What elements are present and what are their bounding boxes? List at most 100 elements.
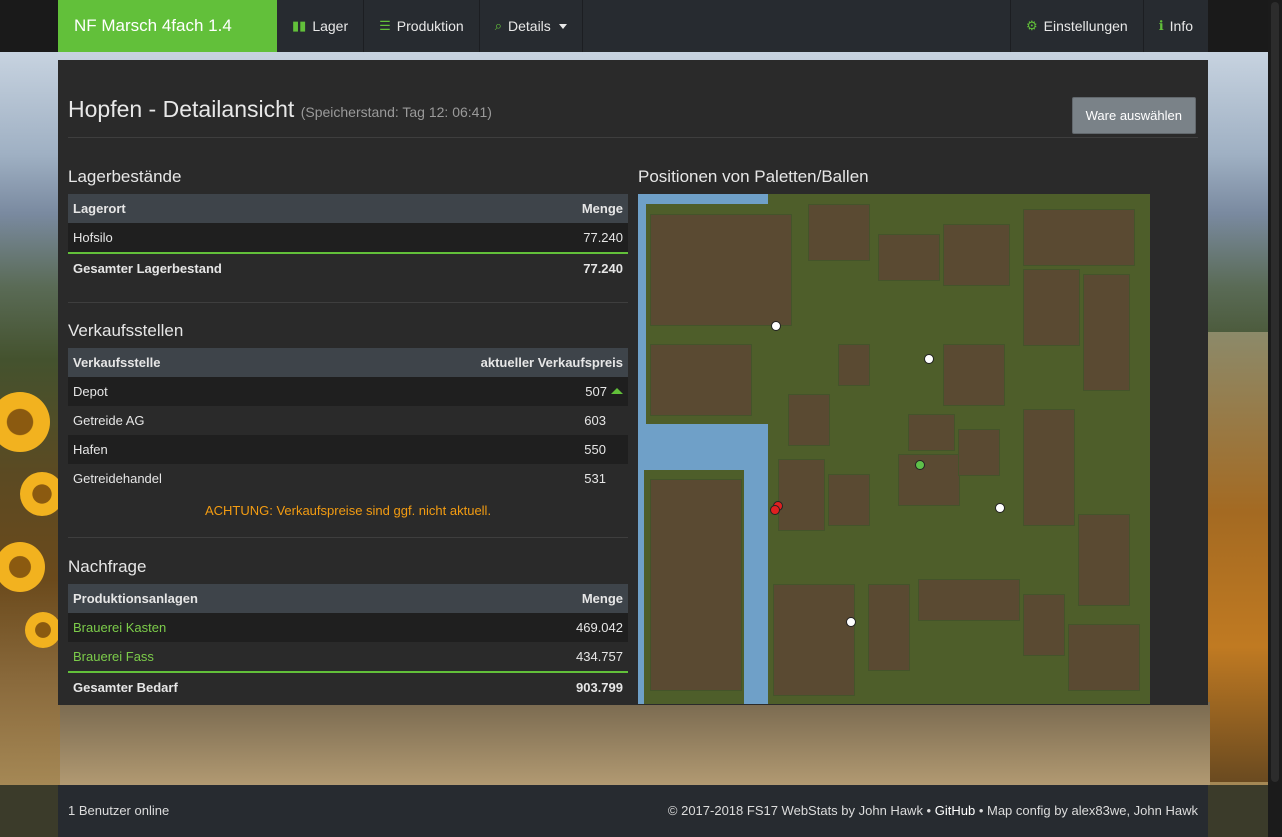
map-field [1083,274,1130,391]
pallet-marker[interactable] [770,505,780,515]
nav-details-label: Details [508,18,551,34]
pallet-marker[interactable] [915,460,925,470]
verkauf-heading: Verkaufsstellen [68,321,184,340]
verkaufsstelle-cell: Getreide AG [68,406,289,435]
bale-marker[interactable] [846,617,856,627]
col-produktionsanlagen: Produktionsanlagen [68,584,462,613]
nav-lager[interactable]: ▮▮ Lager [277,0,365,52]
sunflower-decoration [0,392,50,452]
total-label: Gesamter Lagerbestand [68,252,492,282]
col-verkaufsstelle: Verkaufsstelle [68,348,289,377]
map-field [1023,209,1135,266]
brauerei-kasten-link[interactable]: Brauerei Kasten [68,613,462,642]
total-row: Gesamter Bedarf 903.799 [68,671,628,701]
nav-info[interactable]: ℹ Info [1142,0,1208,52]
info-icon: ℹ [1158,18,1164,33]
table-row: Hafen 550 [68,435,628,464]
nav-lager-label: Lager [312,18,349,34]
map-field [898,454,960,506]
road-decoration [60,702,1210,785]
preis-cell: 550 [288,435,628,464]
nav-produktion-label: Produktion [396,18,464,34]
lager-table: Lagerort Menge Hofsilo 77.240 Gesamter L… [68,194,628,282]
col-menge: Menge [491,194,628,223]
map-field [773,584,855,696]
preis-cell: 603 [288,406,628,435]
map-field [943,344,1005,406]
page-title-text: Hopfen - Detailansicht [68,96,295,122]
map-field [1068,624,1140,691]
nav-info-label: Info [1169,18,1193,34]
verkaufsstelle-cell: Hafen [68,435,289,464]
table-row: Brauerei Kasten 469.042 [68,613,628,642]
search-icon: ⌕ [494,18,502,33]
bale-marker[interactable] [771,321,781,331]
brauerei-fass-link[interactable]: Brauerei Fass [68,642,462,672]
map-field [908,414,955,451]
footer-credits: © 2017-2018 FS17 WebStats by John Hawk •… [668,803,1198,818]
savegame-info: (Speicherstand: Tag 12: 06:41) [300,104,492,120]
total-value: 903.799 [461,671,628,701]
brand-link[interactable]: NF Marsch 4fach 1.4 WebStats [58,0,277,87]
total-row: Gesamter Lagerbestand 77.240 [68,252,628,282]
nav-einstellungen[interactable]: ⚙ Einstellungen [1009,0,1143,52]
map-field [918,579,1020,621]
table-row: Depot 507 [68,377,628,406]
map-field [808,204,870,261]
map-field [1078,514,1130,606]
map-field [943,224,1010,286]
table-row: Getreide AG 603 [68,406,628,435]
divider [68,537,628,538]
farm-map[interactable] [638,194,1150,704]
users-online: 1 Benutzer online [68,803,170,818]
map-field [778,459,825,531]
map-field [828,474,870,526]
list-icon: ☰ [379,18,391,33]
map-field [1023,409,1075,526]
nav-details-dropdown[interactable]: ⌕ Details [480,0,583,52]
github-link[interactable]: GitHub [935,803,975,818]
trend-up-icon [611,388,623,394]
chevron-down-icon [558,23,567,29]
verkauf-table: Verkaufsstelle aktueller Verkaufspreis D… [68,348,628,493]
map-heading: Positionen von Paletten/Ballen [638,167,869,186]
map-field [878,234,940,281]
map-field [788,394,830,446]
total-value: 77.240 [491,252,628,282]
map-field [1023,594,1065,656]
bale-marker[interactable] [924,354,934,364]
bar-chart-icon: ▮▮ [292,18,307,33]
map-field [868,584,910,671]
page-title: Hopfen - Detailansicht (Speicherstand: T… [68,96,492,123]
sunflower-decoration [0,542,45,592]
lager-heading: Lagerbestände [68,167,182,186]
col-verkaufspreis: aktueller Verkaufspreis [288,348,628,377]
sunflower-decoration [25,612,61,648]
menge-cell: 77.240 [491,223,628,253]
copyright-text: © 2017-2018 FS17 WebStats by John Hawk • [667,803,932,818]
map-field [650,214,792,326]
table-row: Brauerei Fass 434.757 [68,642,628,672]
page-scrollbar[interactable] [1268,0,1282,837]
bale-marker[interactable] [995,503,1005,513]
map-config-text: • Map config by alex83we, John Hawk [978,803,1198,818]
nav-produktion[interactable]: ☰ Produktion [364,0,480,52]
top-navbar: NF Marsch 4fach 1.4 WebStats ▮▮ Lager ☰ … [58,0,1208,87]
divider [68,137,1198,138]
map-field [838,344,870,386]
divider [68,302,628,303]
nachfrage-table: Produktionsanlagen Menge Brauerei Kasten… [68,584,628,701]
col-lagerort: Lagerort [68,194,492,223]
total-label: Gesamter Bedarf [68,671,462,701]
map-field [650,479,742,691]
select-ware-button[interactable]: Ware auswählen [1071,97,1196,134]
col-menge: Menge [461,584,628,613]
lagerort-cell: Hofsilo [68,223,492,253]
menge-cell: 434.757 [461,642,628,672]
main-panel: Hopfen - Detailansicht (Speicherstand: T… [58,60,1208,705]
price-warning: ACHTUNG: Verkaufspreise sind ggf. nicht … [204,503,492,518]
map-field [1023,269,1080,346]
scrollbar-thumb[interactable] [1271,2,1279,782]
map-field [650,344,752,416]
nachfrage-heading: Nachfrage [68,557,147,576]
